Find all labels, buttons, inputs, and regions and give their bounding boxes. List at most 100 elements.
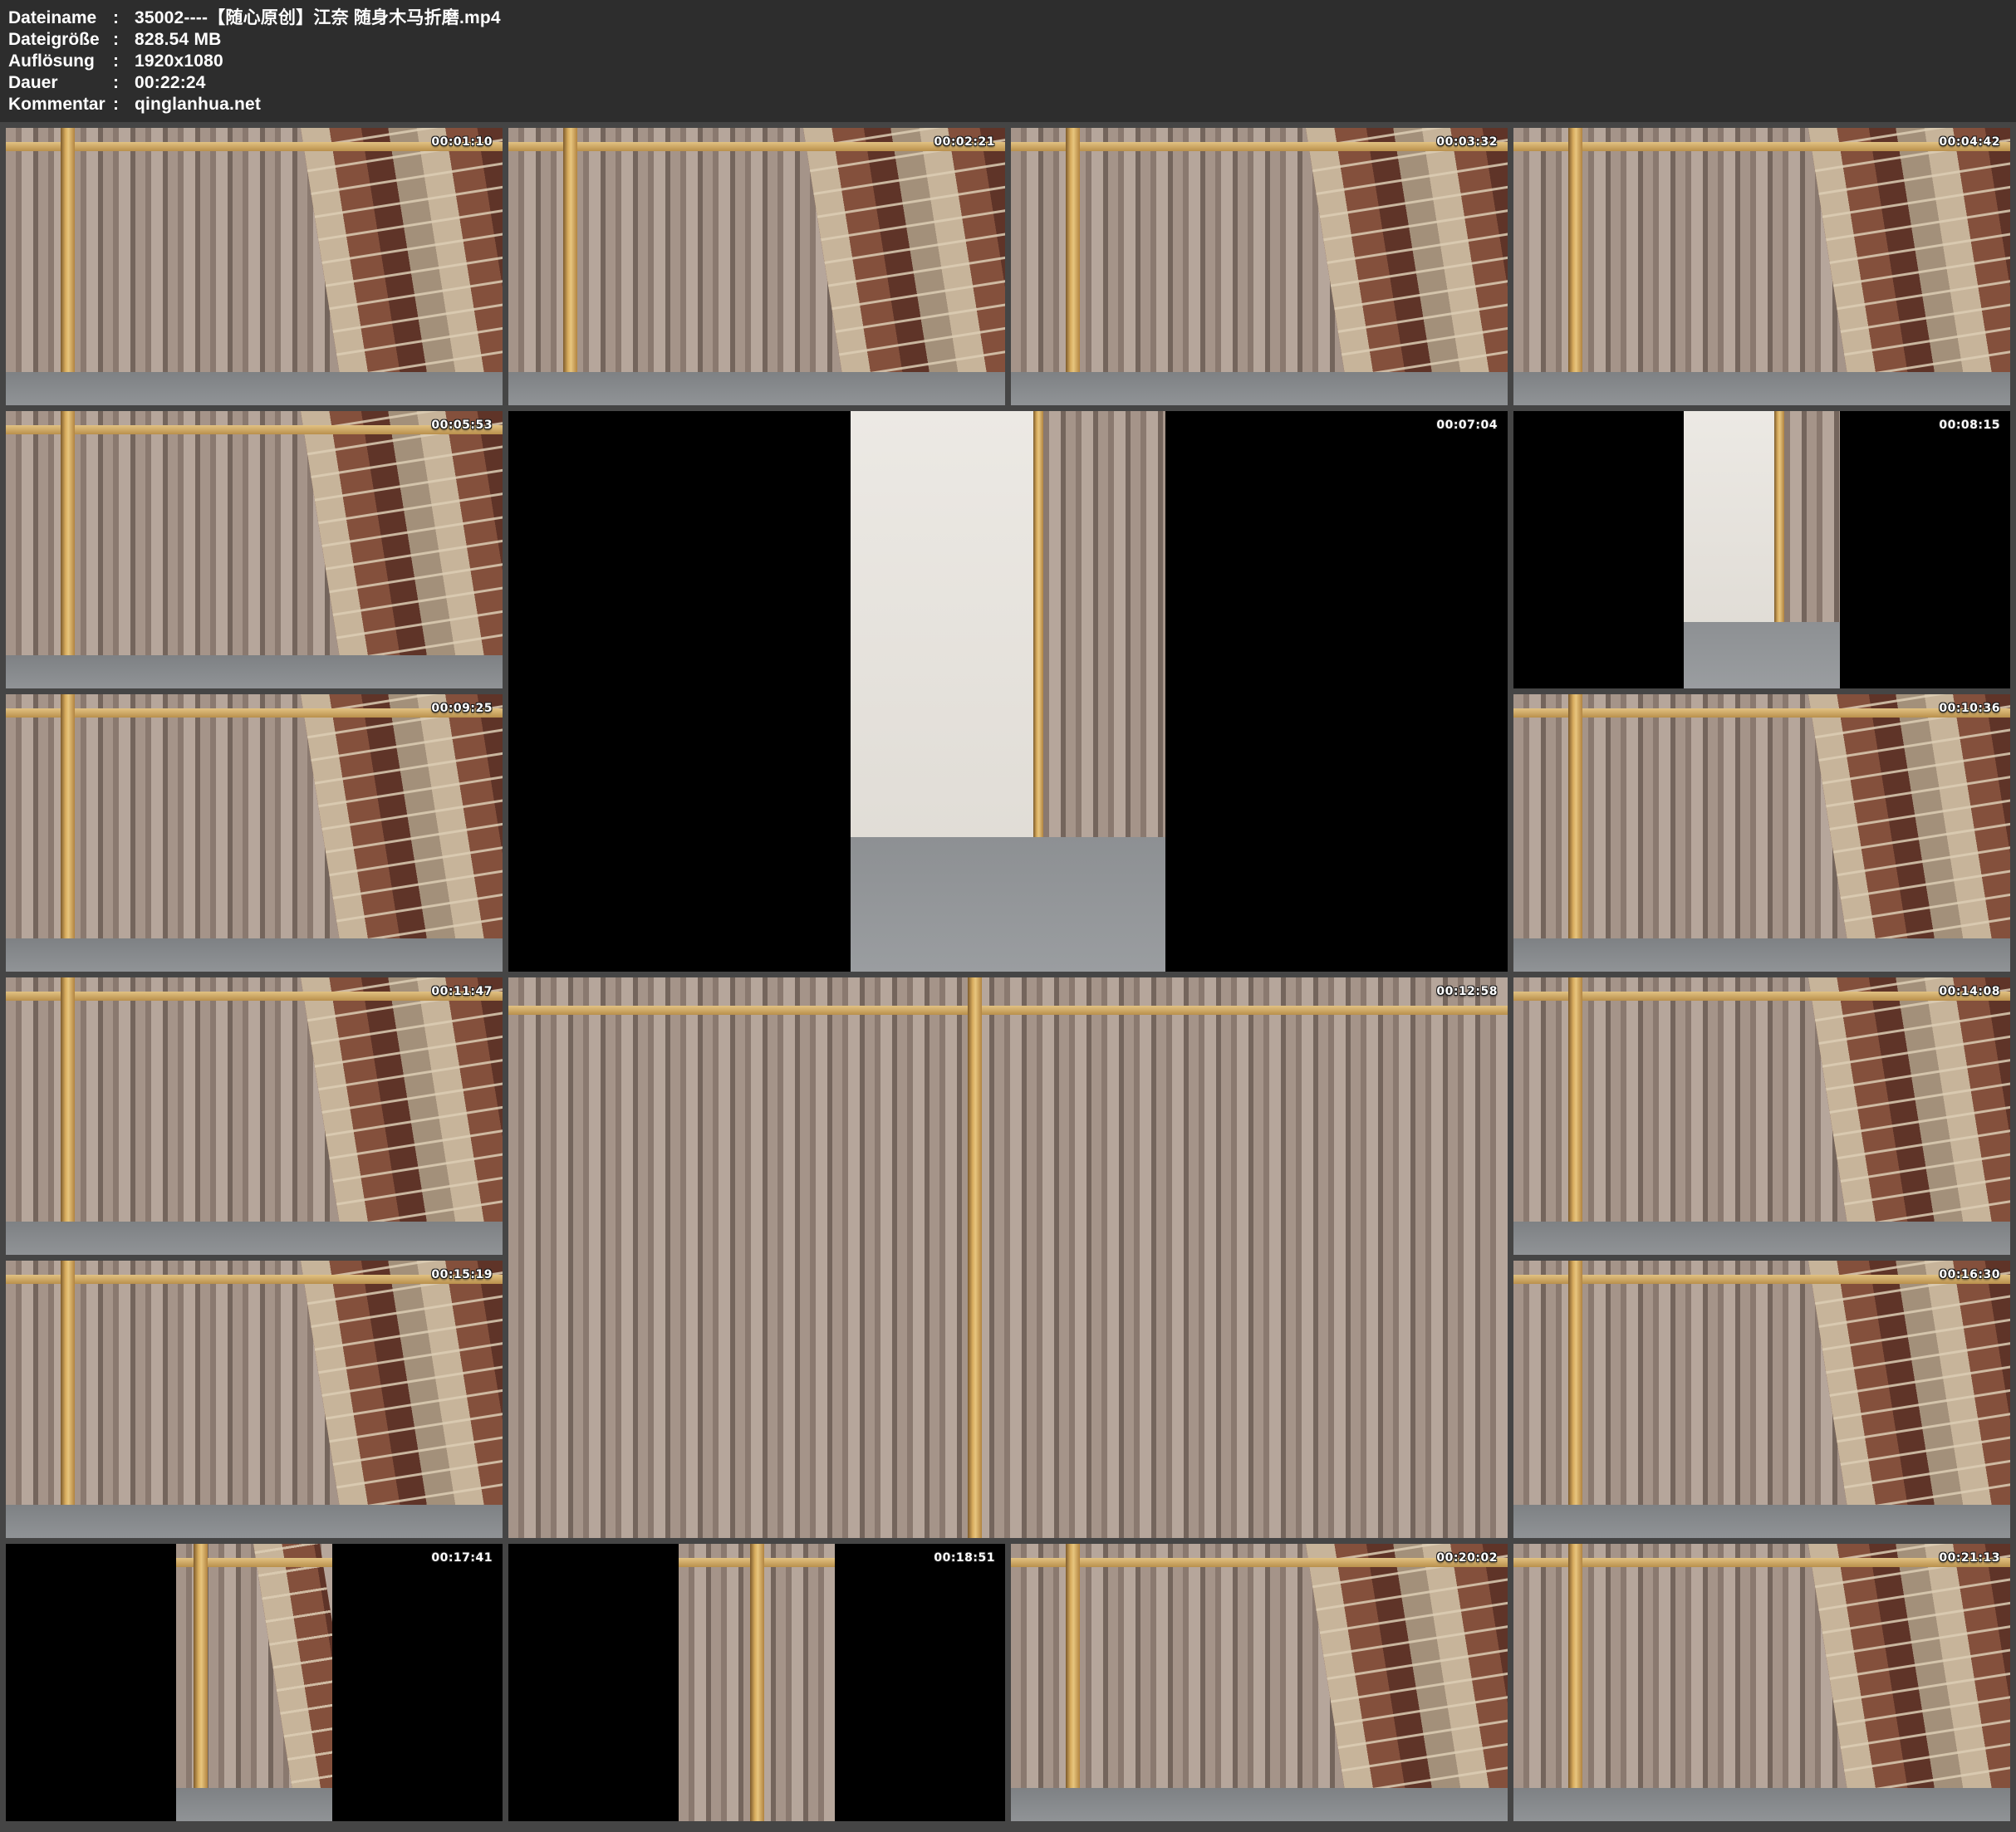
thumbnail-grid: 00:01:10 00:02:21 00:03:32	[0, 122, 2016, 1827]
video-frame-placeholder	[1684, 411, 1840, 688]
meta-label: Auflösung	[8, 51, 113, 72]
video-thumbnail: 00:15:19	[6, 1261, 503, 1538]
video-frame-placeholder	[6, 411, 503, 688]
video-thumbnail: 00:09:25	[6, 694, 503, 972]
video-thumbnail: 00:17:41	[6, 1544, 503, 1821]
timestamp-badge: 00:02:21	[934, 135, 995, 149]
wood-pole	[1568, 977, 1582, 1255]
timestamp-badge: 00:03:32	[1436, 135, 1498, 149]
meta-separator: :	[113, 94, 135, 115]
video-thumbnail: 00:04:42	[1513, 128, 2010, 405]
filename-value: 35002----【随心原创】江奈 随身木马折磨.mp4	[135, 7, 501, 29]
video-thumbnail: 00:03:32	[1011, 128, 1508, 405]
floor	[6, 655, 503, 688]
wood-pole	[61, 128, 75, 405]
video-frame-placeholder	[6, 1261, 503, 1538]
timestamp-badge: 00:18:51	[934, 1551, 995, 1565]
floor	[176, 1788, 332, 1821]
timestamp-badge: 00:21:13	[1939, 1551, 2000, 1565]
comment-value: qinglanhua.net	[135, 94, 261, 115]
timestamp-badge: 00:20:02	[1436, 1551, 1498, 1565]
duration-value: 00:22:24	[135, 72, 206, 94]
floor	[6, 1222, 503, 1255]
floor	[6, 938, 503, 972]
video-thumbnail: 00:18:51	[508, 1544, 1005, 1821]
wood-rig-bar	[508, 1006, 1508, 1015]
video-frame-placeholder	[1513, 1544, 2010, 1821]
wood-pole	[1568, 128, 1582, 405]
wood-rig-bar	[6, 708, 503, 718]
meta-label: Dauer	[8, 72, 113, 94]
wood-pole	[61, 1261, 75, 1538]
video-frame-placeholder	[1513, 128, 2010, 405]
wood-pole	[1066, 1544, 1080, 1821]
video-thumbnail: 00:02:21	[508, 128, 1005, 405]
filesize-value: 828.54 MB	[135, 29, 222, 51]
floor	[851, 837, 1166, 972]
meta-row-filename: Dateiname : 35002----【随心原创】江奈 随身木马折磨.mp4	[8, 7, 2016, 29]
video-thumbnail: 00:11:47	[6, 977, 503, 1255]
curtain-backdrop	[508, 977, 1508, 1538]
meta-row-comment: Kommentar : qinglanhua.net	[8, 94, 2016, 115]
wood-pole	[1568, 1544, 1582, 1821]
video-frame-placeholder	[1011, 128, 1508, 405]
floor	[1513, 1505, 2010, 1538]
meta-label: Kommentar	[8, 94, 113, 115]
floor	[1011, 1788, 1508, 1821]
meta-row-filesize: Dateigröße : 828.54 MB	[8, 29, 2016, 51]
floor	[1513, 372, 2010, 405]
wood-pole	[968, 977, 982, 1538]
wood-rig-bar	[1011, 142, 1508, 151]
video-frame-placeholder	[1513, 1261, 2010, 1538]
floor	[1513, 938, 2010, 972]
wood-rig-bar	[508, 142, 1005, 151]
video-frame-placeholder	[1011, 1544, 1508, 1821]
wood-pole	[61, 977, 75, 1255]
video-thumbnail: 00:20:02	[1011, 1544, 1508, 1821]
wood-pole	[194, 1544, 208, 1821]
timestamp-badge: 00:16:30	[1939, 1268, 2000, 1281]
wood-pole	[61, 411, 75, 688]
video-thumbnail: 00:01:10	[6, 128, 503, 405]
floor	[1011, 372, 1508, 405]
video-frame-placeholder	[1513, 977, 2010, 1255]
video-thumbnail: 00:12:58	[508, 977, 1508, 1538]
wood-pole	[750, 1544, 764, 1821]
floor	[1513, 1788, 2010, 1821]
video-thumbnail: 00:16:30	[1513, 1261, 2010, 1538]
video-thumbnail: 00:08:15	[1513, 411, 2010, 688]
wood-pole	[1568, 694, 1582, 972]
wood-rig-bar	[6, 142, 503, 151]
floor	[6, 372, 503, 405]
wood-rig-bar	[1011, 1558, 1508, 1567]
video-thumbnail: 00:05:53	[6, 411, 503, 688]
video-thumbnail: 00:14:08	[1513, 977, 2010, 1255]
wood-rig-bar	[6, 425, 503, 434]
video-thumbnail: 00:07:04	[508, 411, 1508, 972]
timestamp-badge: 00:15:19	[431, 1268, 493, 1281]
video-frame-placeholder	[851, 411, 1166, 972]
meta-separator: :	[113, 72, 135, 94]
video-frame-placeholder	[508, 977, 1508, 1538]
wood-rig-bar	[1513, 708, 2010, 718]
floor	[508, 372, 1005, 405]
meta-label: Dateiname	[8, 7, 113, 29]
video-frame-placeholder	[1513, 694, 2010, 972]
wood-pole	[1568, 1261, 1582, 1538]
meta-row-resolution: Auflösung : 1920x1080	[8, 51, 2016, 72]
floor	[1513, 1222, 2010, 1255]
timestamp-badge: 00:12:58	[1436, 985, 1498, 998]
floor	[6, 1505, 503, 1538]
wood-rig-bar	[6, 992, 503, 1001]
wood-pole	[563, 128, 577, 405]
resolution-value: 1920x1080	[135, 51, 223, 72]
timestamp-badge: 00:14:08	[1939, 985, 2000, 998]
wood-pole	[1066, 128, 1080, 405]
video-frame-placeholder	[6, 694, 503, 972]
metadata-header: Dateiname : 35002----【随心原创】江奈 随身木马折磨.mp4…	[0, 0, 2016, 122]
meta-separator: :	[113, 29, 135, 51]
timestamp-badge: 00:11:47	[431, 985, 493, 998]
wood-rig-bar	[1513, 142, 2010, 151]
video-frame-placeholder	[176, 1544, 332, 1821]
meta-separator: :	[113, 7, 135, 29]
